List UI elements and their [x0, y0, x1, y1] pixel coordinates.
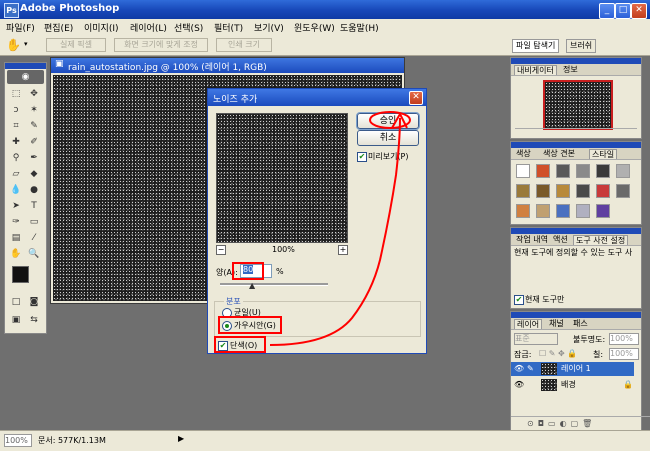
style-swatch[interactable]: [616, 164, 630, 178]
styles-tabs: 색상 색상 견본 스타일: [511, 148, 641, 160]
status-bar: 100% 문서: 577K/1.13M ▶: [0, 430, 650, 451]
lock-label: 잠금:: [514, 350, 532, 359]
tab-paths[interactable]: 패스: [571, 319, 590, 328]
style-swatch[interactable]: [556, 164, 570, 178]
opacity-input[interactable]: 100%: [609, 333, 639, 345]
tab-info[interactable]: 정보: [561, 65, 580, 74]
style-swatch[interactable]: [536, 184, 550, 198]
tool-presets-text: 현재 도구에 정의할 수 있는 도구 사: [514, 248, 633, 257]
style-swatch[interactable]: [596, 204, 610, 218]
status-zoom-input[interactable]: 100%: [4, 434, 32, 447]
layers-tabs: 레이어 채널 패스: [511, 318, 641, 330]
style-swatch[interactable]: [576, 204, 590, 218]
lock-icons[interactable]: ☐ ✎ ✥ 🔒: [539, 349, 577, 358]
navigator-thumbnail[interactable]: [543, 80, 613, 130]
style-swatch[interactable]: [556, 204, 570, 218]
layer-name: 배경: [561, 380, 576, 389]
style-swatch[interactable]: [596, 164, 610, 178]
style-swatch[interactable]: [536, 204, 550, 218]
history-panel: 작업 내역 액션 도구 사전 설정 현재 도구에 정의할 수 있는 도구 사 ✔…: [510, 227, 642, 309]
history-tabs: 작업 내역 액션 도구 사전 설정: [511, 234, 641, 246]
layer-row[interactable]: 👁 배경 🔒: [511, 378, 634, 392]
style-swatch[interactable]: [576, 184, 590, 198]
eye-icon[interactable]: 👁: [514, 378, 524, 392]
style-swatch[interactable]: [616, 184, 630, 198]
tab-history[interactable]: 작업 내역: [514, 235, 550, 244]
brush-icon: ✎: [527, 364, 534, 373]
layer-thumbnail: [541, 363, 557, 375]
layer-row[interactable]: 👁 ✎ 레이어 1: [511, 362, 634, 376]
lock-icon: 🔒: [623, 380, 633, 389]
tab-actions[interactable]: 액션: [551, 235, 570, 244]
style-swatch[interactable]: [516, 204, 530, 218]
current-tool-only-label: 현재 도구만: [525, 295, 565, 304]
style-swatch[interactable]: [536, 164, 550, 178]
tab-navigator[interactable]: 내비게이터: [514, 65, 557, 75]
opacity-label: 불투명도:: [573, 335, 606, 344]
current-tool-only-checkbox[interactable]: ✔: [514, 295, 524, 305]
layer-action-icons[interactable]: ⊙◘▭◐▢🗑: [511, 416, 650, 430]
style-swatch[interactable]: [576, 164, 590, 178]
navigator-panel: 내비게이터 정보: [510, 57, 642, 139]
layers-panel: 레이어 채널 패스 표준 불투명도: 100% 잠금: ☐ ✎ ✥ 🔒 칠: 1…: [510, 311, 650, 431]
styles-panel: 색상 색상 견본 스타일: [510, 141, 642, 225]
layer-name: 레이어 1: [561, 364, 591, 373]
style-swatch[interactable]: [556, 184, 570, 198]
navigator-tabs: 내비게이터 정보: [511, 64, 641, 76]
style-swatch[interactable]: [516, 184, 530, 198]
tab-layers[interactable]: 레이어: [514, 319, 543, 329]
tab-color[interactable]: 색상: [514, 149, 533, 158]
blend-mode-select[interactable]: 표준: [514, 333, 558, 345]
navigator-zoom-slider[interactable]: [515, 128, 637, 135]
eye-icon[interactable]: 👁: [514, 362, 524, 376]
layer-thumbnail: [541, 379, 557, 391]
fill-input[interactable]: 100%: [609, 348, 639, 360]
tab-swatches[interactable]: 색상 견본: [541, 149, 577, 158]
status-arrow-icon[interactable]: ▶: [178, 434, 184, 443]
tab-channels[interactable]: 채널: [547, 319, 566, 328]
fill-label: 칠:: [593, 350, 604, 359]
arrow-stroke: [269, 117, 401, 346]
tab-tool-presets[interactable]: 도구 사전 설정: [573, 235, 629, 245]
status-doc-size: 문서: 577K/1.13M: [38, 436, 106, 445]
style-swatch[interactable]: [516, 164, 530, 178]
style-swatch[interactable]: [596, 184, 610, 198]
tab-styles[interactable]: 스타일: [589, 149, 618, 159]
